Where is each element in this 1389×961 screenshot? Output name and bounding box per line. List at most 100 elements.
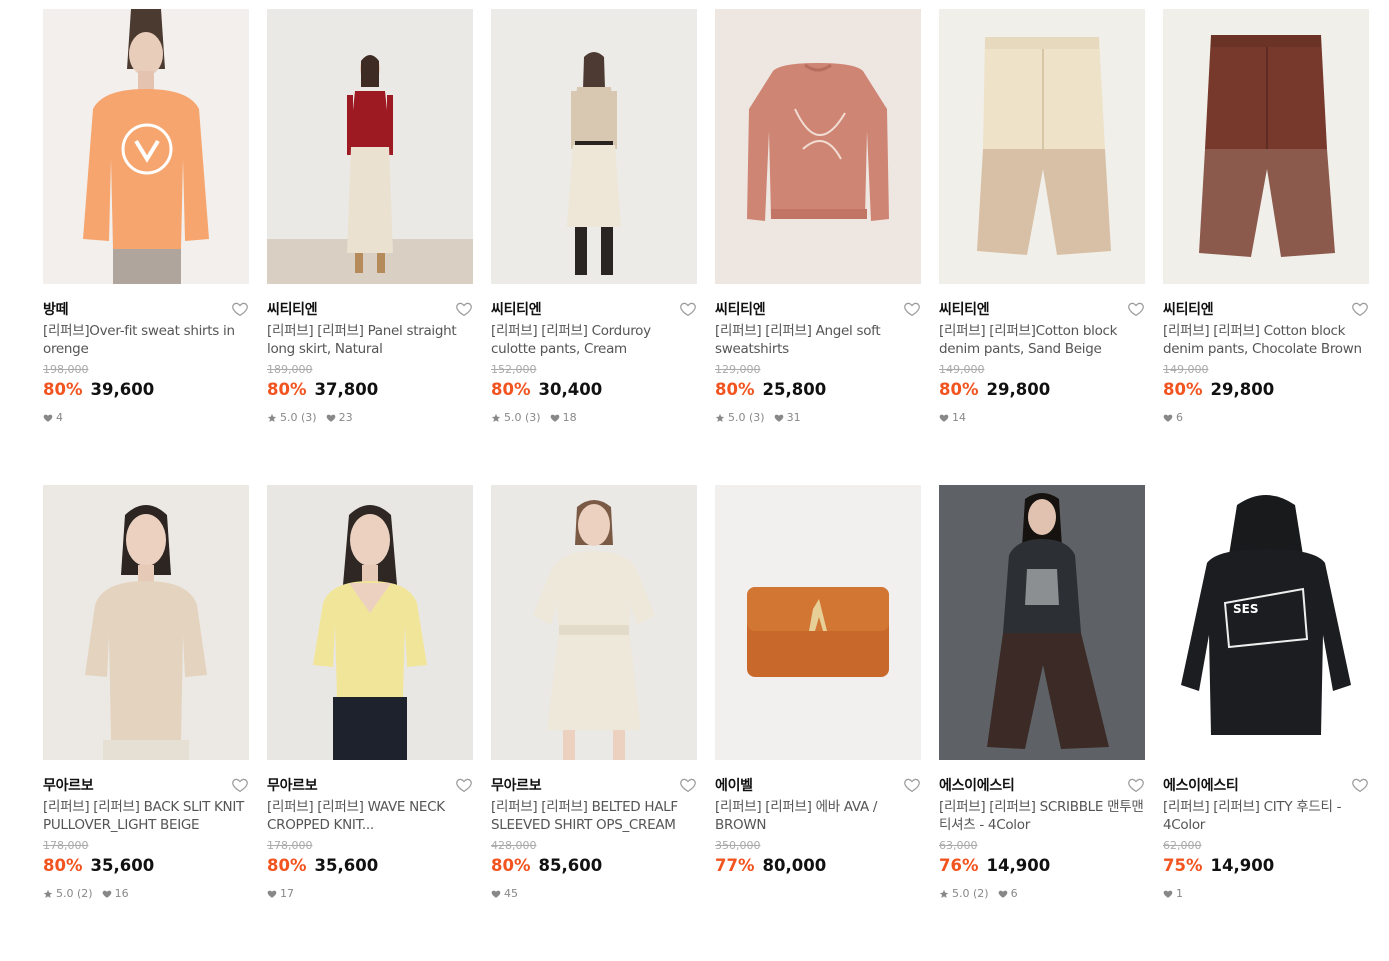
like-count: 23 (326, 411, 353, 424)
like-count-text: 4 (56, 411, 63, 424)
review-meta: 5.0 (2) 6 (939, 887, 1145, 900)
brand-name[interactable]: 방떼 (43, 299, 68, 319)
brand-name[interactable]: 씨티티엔 (1163, 299, 1214, 319)
product-image[interactable] (267, 9, 473, 284)
heart-filled-icon (1163, 414, 1173, 422)
rating-text: 5.0 (2) (952, 887, 989, 900)
product-card[interactable]: 씨티티엔 [리퍼브] [리퍼브]Cotton block denim pants… (939, 9, 1145, 485)
like-count: 6 (1163, 411, 1183, 424)
brand-name[interactable]: 씨티티엔 (715, 299, 766, 319)
product-title[interactable]: [리퍼브] [리퍼브] 에바 AVA / BROWN (715, 798, 921, 834)
product-image[interactable] (715, 9, 921, 284)
heart-filled-icon (491, 890, 501, 898)
product-card[interactable]: 에스이에스티 [리퍼브] [리퍼브] SCRIBBLE 맨투맨 티셔츠 - 4C… (939, 485, 1145, 961)
heart-icon[interactable] (231, 300, 249, 318)
original-price: 350,000 (715, 839, 761, 852)
sale-price: 29,800 (986, 380, 1051, 399)
product-image[interactable] (43, 9, 249, 284)
product-title[interactable]: [리퍼브] [리퍼브] SCRIBBLE 맨투맨 티셔츠 - 4Color (939, 798, 1145, 834)
brand-name[interactable]: 무아르보 (43, 775, 94, 795)
discount-rate: 80% (267, 380, 307, 399)
product-card[interactable]: 씨티티엔 [리퍼브] [리퍼브] Angel soft sweatshirts … (715, 9, 921, 485)
rating-text: 5.0 (2) (56, 887, 93, 900)
heart-icon[interactable] (231, 776, 249, 794)
heart-icon[interactable] (1351, 776, 1369, 794)
heart-icon[interactable] (1127, 300, 1145, 318)
heart-icon[interactable] (903, 300, 921, 318)
heart-icon[interactable] (455, 300, 473, 318)
product-title[interactable]: [리퍼브] [리퍼브] WAVE NECK CROPPED KNIT... (267, 798, 473, 834)
product-title[interactable]: [리퍼브] [리퍼브] CITY 후드티 - 4Color (1163, 798, 1369, 834)
product-image[interactable] (43, 485, 249, 760)
rating: 5.0 (2) (939, 887, 989, 900)
discount-rate: 80% (43, 856, 83, 875)
product-title[interactable]: [리퍼브] [리퍼브] Corduroy culotte pants, Crea… (491, 322, 697, 358)
heart-icon[interactable] (903, 776, 921, 794)
product-card[interactable]: 씨티티엔 [리퍼브] [리퍼브] Panel straight long ski… (267, 9, 473, 485)
sale-price: 14,900 (1210, 856, 1275, 875)
discount-rate: 80% (715, 380, 755, 399)
product-image[interactable]: SES (1163, 485, 1369, 760)
product-title[interactable]: [리퍼브] [리퍼브] Panel straight long skirt, N… (267, 322, 473, 358)
product-image[interactable] (1163, 9, 1369, 284)
product-card[interactable]: 씨티티엔 [리퍼브] [리퍼브] Cotton block denim pant… (1163, 9, 1369, 485)
like-count: 16 (102, 887, 129, 900)
black-hoodie-flat-image: SES (1163, 485, 1369, 760)
product-card[interactable]: SES 에스이에스티 [리퍼브] [리퍼브] CITY 후드티 - 4Color… (1163, 485, 1369, 961)
brand-name[interactable]: 에이벨 (715, 775, 753, 795)
product-title[interactable]: [리퍼브] [리퍼브] Angel soft sweatshirts (715, 322, 921, 358)
brand-name[interactable]: 에스이에스티 (1163, 775, 1239, 795)
review-meta: 5.0 (3) 18 (491, 411, 697, 424)
brand-name[interactable]: 씨티티엔 (939, 299, 990, 319)
brand-name[interactable]: 무아르보 (491, 775, 542, 795)
review-meta: 5.0 (2) 16 (43, 887, 249, 900)
rating-text: 5.0 (3) (280, 411, 317, 424)
product-title[interactable]: [리퍼브]Over-fit sweat shirts in orenge (43, 322, 249, 358)
heart-icon[interactable] (1351, 300, 1369, 318)
heart-icon[interactable] (679, 776, 697, 794)
sale-price: 25,800 (762, 380, 827, 399)
brand-name[interactable]: 에스이에스티 (939, 775, 1015, 795)
rating-text: 5.0 (3) (728, 411, 765, 424)
heart-icon[interactable] (1127, 776, 1145, 794)
heart-filled-icon (550, 414, 559, 422)
product-card[interactable]: 무아르보 [리퍼브] [리퍼브] WAVE NECK CROPPED KNIT.… (267, 485, 473, 961)
like-count-text: 1 (1176, 887, 1183, 900)
product-image[interactable] (939, 9, 1145, 284)
review-meta: 14 (939, 411, 1145, 424)
product-title[interactable]: [리퍼브] [리퍼브] Cotton block denim pants, Ch… (1163, 322, 1369, 358)
product-title[interactable]: [리퍼브] [리퍼브]Cotton block denim pants, San… (939, 322, 1145, 358)
brand-name[interactable]: 씨티티엔 (267, 299, 318, 319)
discount-rate: 75% (1163, 856, 1203, 875)
heart-icon[interactable] (455, 776, 473, 794)
original-price: 428,000 (491, 839, 537, 852)
product-image[interactable] (939, 485, 1145, 760)
heart-icon[interactable] (679, 300, 697, 318)
like-count-text: 31 (786, 411, 801, 424)
product-card[interactable]: 무아르보 [리퍼브] [리퍼브] BELTED HALF SLEEVED SHI… (491, 485, 697, 961)
discount-rate: 80% (491, 856, 531, 875)
star-icon (939, 889, 949, 898)
product-card[interactable]: 씨티티엔 [리퍼브] [리퍼브] Corduroy culotte pants,… (491, 9, 697, 485)
brand-name[interactable]: 무아르보 (267, 775, 318, 795)
product-title[interactable]: [리퍼브] [리퍼브] BACK SLIT KNIT PULLOVER_LIGH… (43, 798, 249, 834)
sale-price: 85,600 (538, 856, 603, 875)
product-image[interactable] (491, 485, 697, 760)
brown-block-pants-image (1163, 9, 1369, 284)
product-card[interactable]: 무아르보 [리퍼브] [리퍼브] BACK SLIT KNIT PULLOVER… (43, 485, 249, 961)
product-title[interactable]: [리퍼브] [리퍼브] BELTED HALF SLEEVED SHIRT OP… (491, 798, 697, 834)
red-top-long-skirt-model-image (267, 9, 473, 284)
original-price: 149,000 (1163, 363, 1209, 376)
rating: 5.0 (2) (43, 887, 93, 900)
discount-rate: 80% (267, 856, 307, 875)
review-meta: 17 (267, 887, 473, 900)
product-image[interactable] (491, 9, 697, 284)
product-card[interactable]: 방떼 [리퍼브]Over-fit sweat shirts in orenge … (43, 9, 249, 485)
product-image[interactable] (267, 485, 473, 760)
star-icon (491, 413, 501, 422)
svg-text:SES: SES (1233, 602, 1258, 616)
brand-name[interactable]: 씨티티엔 (491, 299, 542, 319)
product-image[interactable] (715, 485, 921, 760)
product-card[interactable]: 에이벨 [리퍼브] [리퍼브] 에바 AVA / BROWN 350,000 7… (715, 485, 921, 961)
pink-sweatshirt-flat-image (715, 9, 921, 284)
